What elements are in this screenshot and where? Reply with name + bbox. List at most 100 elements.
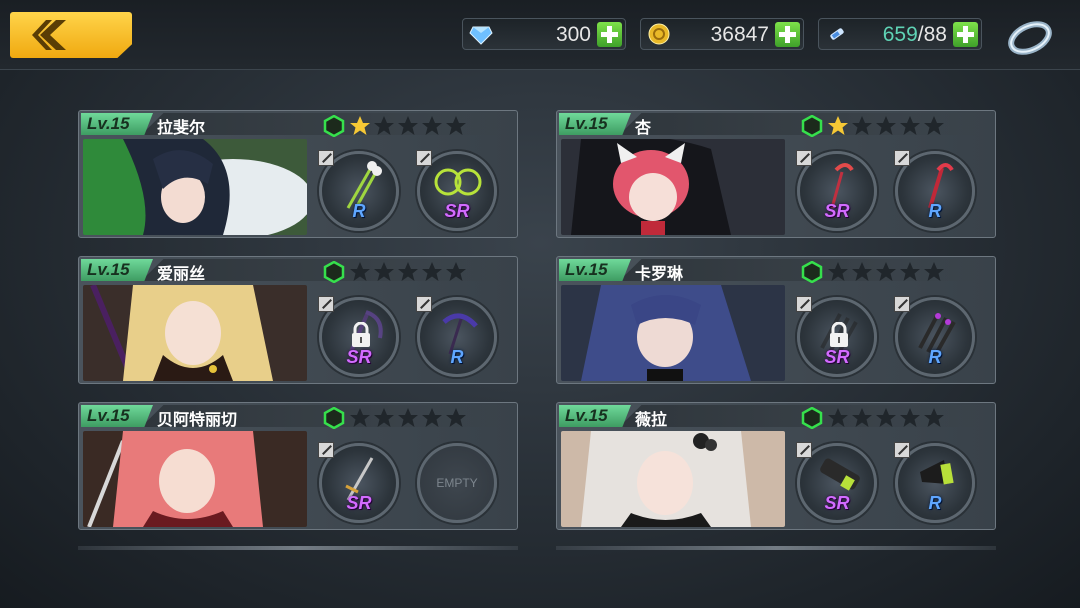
add-stamina-button[interactable] [953,22,978,47]
rank-hexagon-icon [801,407,823,429]
star-empty-icon [875,261,897,283]
star-empty-icon [827,261,849,283]
star-empty-icon [851,115,873,137]
star-empty-icon [899,261,921,283]
character-name: 贝阿特丽切 [157,410,238,429]
star-empty-icon [875,407,897,429]
character-card[interactable]: Lv.15 拉斐尔 R SR [78,110,518,238]
character-card[interactable]: Lv.15 薇拉 SR R [556,402,996,530]
stamina-current: 659 [882,23,918,46]
gem-icon [469,26,493,45]
character-name: 卡罗琳 [635,264,684,283]
character-portrait [561,139,785,235]
star-empty-icon [827,407,849,429]
weapon-slot-2[interactable]: R [894,150,975,231]
star-empty-icon [421,407,443,429]
level-tag: Lv.15 [559,405,631,427]
character-card[interactable]: Lv.15 贝阿特丽切 SR EMPTY [78,402,518,530]
weapon-slot-2[interactable]: R [894,296,975,377]
character-name: 拉斐尔 [157,118,206,137]
back-button[interactable] [10,12,132,58]
weapon-slot-1[interactable]: SR [318,442,399,523]
star-filled-icon [349,115,371,137]
weapon-slot-1[interactable]: R [318,150,399,231]
weapon-slot-1[interactable]: SR [796,442,877,523]
star-empty-icon [875,115,897,137]
gem-amount: 300 [555,23,591,46]
chevron-left-icon [32,20,66,50]
character-name: 杏 [635,118,652,137]
weapon-slot-2[interactable]: R [416,296,497,377]
star-empty-icon [923,115,945,137]
star-empty-icon [397,115,419,137]
top-bar: 300 36847 659/88 [0,0,1080,70]
star-empty-icon [923,407,945,429]
rarity-label: R [928,201,942,221]
rank-hexagon-icon [801,261,823,283]
star-rating [827,261,947,283]
rank-hexagon-icon [801,115,823,137]
stamina-max: /88 [917,23,947,46]
level-tag: Lv.15 [81,405,153,427]
star-empty-icon [397,407,419,429]
ring-icon[interactable] [1004,14,1056,58]
star-empty-icon [373,261,395,283]
rarity-label: SR [824,347,850,367]
gold-coin-icon [648,23,670,45]
rarity-label: SR [444,201,470,221]
weapon-slot-1[interactable]: SR [318,296,399,377]
character-portrait [561,431,785,527]
character-portrait [83,139,307,235]
rarity-label: R [352,201,366,221]
rank-hexagon-icon [323,261,345,283]
stamina-counter: 659/88 [818,18,982,50]
add-gems-button[interactable] [597,22,622,47]
rarity-label: SR [346,347,372,367]
star-rating [349,261,469,283]
empty-label: EMPTY [436,476,478,490]
character-card[interactable]: Lv.15 爱丽丝 SR R [78,256,518,384]
character-card[interactable]: Lv.15 卡罗琳 SR R [556,256,996,384]
weapon-slot-2[interactable]: SR [416,150,497,231]
star-empty-icon [899,407,921,429]
weapon-slot-1[interactable]: SR [796,150,877,231]
rarity-label: SR [346,493,372,513]
level-tag: Lv.15 [81,113,153,135]
star-empty-icon [851,261,873,283]
level-tag: Lv.15 [81,259,153,281]
character-name: 爱丽丝 [157,264,206,283]
character-card[interactable]: Lv.15 杏 SR R [556,110,996,238]
weapon-slot-empty[interactable]: EMPTY [417,443,497,523]
star-empty-icon [899,115,921,137]
gold-counter: 36847 [640,18,804,50]
star-empty-icon [373,407,395,429]
lock-icon [828,322,850,348]
star-empty-icon [397,261,419,283]
character-portrait [561,285,785,381]
star-empty-icon [445,261,467,283]
star-rating [827,115,947,137]
rarity-label: R [928,493,942,513]
rarity-label: R [928,347,942,367]
syringe-icon [830,28,844,40]
rank-hexagon-icon [323,407,345,429]
rarity-label: SR [824,493,850,513]
star-rating [349,407,469,429]
weapon-slot-2[interactable]: R [894,442,975,523]
star-empty-icon [445,407,467,429]
star-empty-icon [349,407,371,429]
add-gold-button[interactable] [775,22,800,47]
rarity-label: R [450,347,464,367]
list-divider [78,546,518,550]
rank-hexagon-icon [323,115,345,137]
star-rating [827,407,947,429]
star-empty-icon [421,261,443,283]
star-empty-icon [421,115,443,137]
rarity-label: SR [824,201,850,221]
lock-icon [350,322,372,348]
character-portrait [83,431,307,527]
star-empty-icon [851,407,873,429]
star-rating [349,115,469,137]
weapon-slot-1[interactable]: SR [796,296,877,377]
list-divider [556,546,996,550]
